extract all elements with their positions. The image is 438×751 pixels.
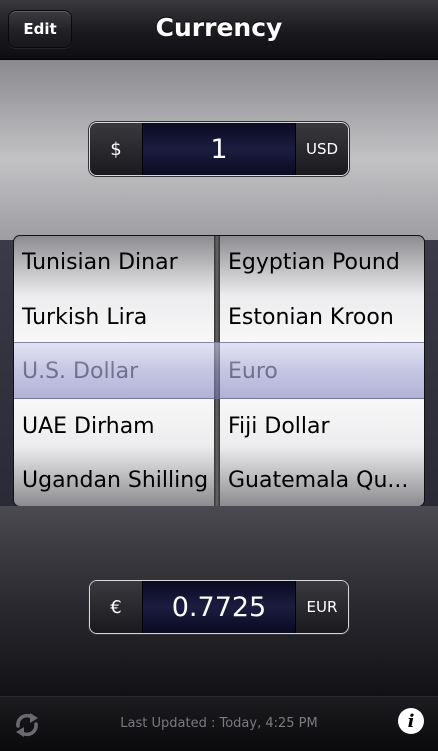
to-currency-wheel[interactable]: Egyptian Pound Estonian Kroon Euro Fiji … [220, 236, 424, 506]
last-updated-label: Last Updated : Today, 4:25 PM [120, 716, 318, 731]
picker-row[interactable]: Estonian Kroon [220, 291, 424, 346]
to-amount-field[interactable]: € 0.7725 EUR [89, 580, 349, 634]
to-amount-value: 0.7725 [142, 581, 296, 633]
picker-row[interactable]: Turkish Lira [14, 291, 214, 346]
from-currency-symbol: $ [90, 123, 142, 175]
picker-row[interactable]: Fiji Dollar [220, 400, 424, 455]
from-amount-field[interactable]: $ 1 USD [89, 122, 349, 176]
picker-row-selected[interactable]: Euro [220, 345, 424, 400]
to-currency-symbol: € [90, 581, 142, 633]
from-amount-value[interactable]: 1 [142, 123, 296, 175]
to-currency-code: EUR [296, 581, 348, 633]
info-icon[interactable]: i [398, 708, 424, 734]
from-currency-code: USD [296, 123, 348, 175]
picker-row[interactable]: Guatemala Qu... [220, 454, 424, 506]
picker-row-selected[interactable]: U.S. Dollar [14, 345, 214, 400]
picker-row[interactable]: UAE Dirham [14, 400, 214, 455]
picker-row[interactable]: Tunisian Dinar [14, 236, 214, 291]
picker-row[interactable]: Egyptian Pound [220, 236, 424, 291]
navigation-bar: Edit Currency [0, 0, 438, 60]
page-title: Currency [155, 13, 283, 42]
picker-row[interactable]: Ugandan Shilling [14, 454, 214, 506]
wheel-divider [214, 236, 220, 506]
from-currency-wheel[interactable]: Tunisian Dinar Turkish Lira U.S. Dollar … [14, 236, 214, 506]
